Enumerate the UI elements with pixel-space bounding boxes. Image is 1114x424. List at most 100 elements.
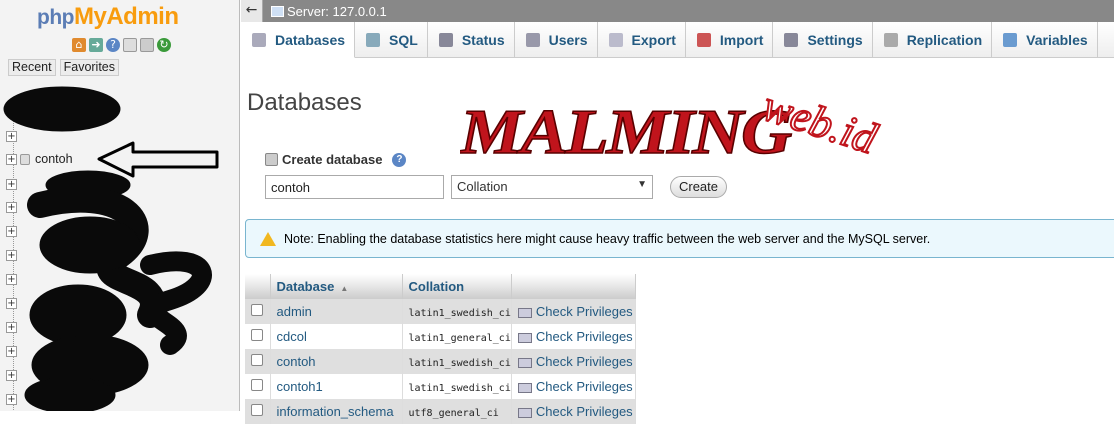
- check-privileges-label: Check Privileges: [535, 404, 633, 419]
- phpmyadmin-logo[interactable]: phpMyAdmin: [37, 3, 179, 31]
- wrench-icon: [784, 33, 799, 47]
- privileges-icon: [517, 357, 532, 368]
- help-icon[interactable]: ?: [106, 38, 120, 52]
- create-database-label: Create database: [282, 152, 383, 167]
- collation-header-label: Collation: [408, 279, 465, 294]
- database-link[interactable]: admin: [277, 304, 312, 319]
- notice-box: Note: Enabling the database statistics h…: [245, 219, 1114, 258]
- create-database-heading: Create database ?: [265, 152, 407, 167]
- check-privileges-link[interactable]: Check Privileges: [517, 404, 633, 419]
- recent-tab[interactable]: Recent: [8, 59, 56, 76]
- server-breadcrumb-bar: ← Server: 127.0.0.1: [241, 0, 1114, 22]
- new-database-icon: [265, 153, 278, 166]
- logo-admin: Admin: [106, 3, 179, 30]
- tab-label: SQL: [389, 32, 418, 48]
- row-checkbox-cell: [245, 324, 271, 349]
- tab-replication[interactable]: Replication: [873, 22, 993, 58]
- tab-status[interactable]: Status: [428, 22, 515, 58]
- import-icon: [696, 33, 711, 47]
- main-menu: Databases SQL Status Users Export Import…: [241, 22, 1114, 58]
- database-column-header[interactable]: Database ▲: [270, 274, 403, 299]
- row-checkbox[interactable]: [251, 354, 263, 366]
- tab-databases[interactable]: Databases: [241, 22, 356, 58]
- nav-icon-bar: ⌂ ➜ ? ↻: [72, 38, 171, 52]
- database-link[interactable]: contoh1: [277, 379, 323, 394]
- tab-users[interactable]: Users: [515, 22, 598, 58]
- table-row: contoh latin1_swedish_ci Check Privilege…: [245, 349, 637, 374]
- status-icon: [438, 33, 453, 47]
- row-checkbox[interactable]: [251, 404, 263, 416]
- check-privileges-link[interactable]: Check Privileges: [517, 354, 633, 369]
- collation-column-header[interactable]: Collation: [402, 274, 512, 299]
- row-checkbox[interactable]: [251, 379, 263, 391]
- collation-select[interactable]: Collation ▼: [451, 175, 653, 199]
- users-icon: [525, 33, 540, 47]
- database-header-label: Database: [276, 279, 335, 294]
- table-row: cdcol latin1_general_ci Check Privileges: [245, 324, 637, 349]
- nav-tabs: Recent Favorites: [8, 59, 120, 76]
- sort-asc-icon: ▲: [340, 284, 349, 293]
- tab-label: Settings: [807, 32, 863, 48]
- watermark-logo: MALMING web.id: [460, 80, 884, 168]
- favorites-tab[interactable]: Favorites: [59, 59, 120, 76]
- privileges-icon: [517, 332, 532, 343]
- row-checkbox-cell: [245, 399, 271, 424]
- warning-icon: [260, 231, 276, 246]
- check-privileges-label: Check Privileges: [535, 354, 633, 369]
- export-icon: [608, 33, 623, 47]
- docs-icon[interactable]: [123, 38, 137, 52]
- server-breadcrumb[interactable]: Server: 127.0.0.1: [287, 4, 387, 19]
- page-title: Databases: [247, 89, 362, 116]
- logo-php: php: [37, 6, 74, 29]
- notice-text: Note: Enabling the database statistics h…: [284, 231, 931, 246]
- collation-value: latin1_swedish_ci: [408, 383, 511, 394]
- help-icon[interactable]: ?: [392, 152, 407, 167]
- row-checkbox-cell: [245, 299, 271, 324]
- tab-variables[interactable]: Variables: [992, 22, 1098, 58]
- check-privileges-link[interactable]: Check Privileges: [517, 304, 633, 319]
- logo-my: My: [73, 3, 107, 30]
- database-link[interactable]: information_schema: [277, 404, 394, 419]
- tab-export[interactable]: Export: [598, 22, 686, 58]
- tab-label: Status: [461, 32, 505, 48]
- row-checkbox[interactable]: [251, 304, 263, 316]
- privileges-icon: [517, 307, 532, 318]
- tab-label: Variables: [1026, 32, 1088, 48]
- collation-value: utf8_general_ci: [408, 408, 499, 419]
- check-privileges-label: Check Privileges: [535, 379, 633, 394]
- sql-icon: [366, 33, 381, 47]
- check-privileges-link[interactable]: Check Privileges: [517, 379, 633, 394]
- variables-icon: [1003, 33, 1018, 47]
- table-header-row: Database ▲ Collation: [245, 274, 637, 299]
- back-arrow-icon[interactable]: ←: [241, 0, 263, 22]
- tab-import[interactable]: Import: [686, 22, 774, 58]
- tab-label: Import: [719, 32, 764, 48]
- settings-icon[interactable]: [140, 38, 154, 52]
- tab-label: Export: [631, 32, 676, 48]
- table-row: information_schema utf8_general_ci Check…: [245, 399, 637, 424]
- redaction-scribble: [3, 86, 212, 411]
- watermark-main: MALMING: [460, 96, 792, 167]
- database-link[interactable]: contoh: [277, 354, 316, 369]
- create-button[interactable]: Create: [670, 176, 727, 198]
- home-icon[interactable]: ⌂: [72, 38, 86, 52]
- tab-label: Users: [548, 32, 588, 48]
- check-privileges-label: Check Privileges: [535, 304, 633, 319]
- tab-label: Replication: [906, 32, 983, 48]
- database-link[interactable]: cdcol: [277, 329, 307, 344]
- database-name-input[interactable]: [265, 175, 444, 199]
- check-privileges-label: Check Privileges: [535, 329, 633, 344]
- row-checkbox[interactable]: [251, 329, 263, 341]
- databases-table: Database ▲ Collation admin latin1_swedish…: [245, 274, 637, 424]
- reload-icon[interactable]: ↻: [157, 38, 171, 52]
- tab-label: Databases: [275, 31, 346, 48]
- table-row: admin latin1_swedish_ci Check Privileges: [245, 299, 637, 324]
- check-privileges-link[interactable]: Check Privileges: [517, 329, 633, 344]
- tab-sql[interactable]: SQL: [355, 22, 428, 58]
- chevron-down-icon: ▼: [637, 179, 647, 190]
- select-column-header: [245, 274, 271, 299]
- logout-icon[interactable]: ➜: [89, 38, 103, 52]
- table-row: contoh1 latin1_swedish_ci Check Privileg…: [245, 374, 637, 399]
- tab-settings[interactable]: Settings: [773, 22, 873, 58]
- collation-value: latin1_swedish_ci: [408, 308, 511, 319]
